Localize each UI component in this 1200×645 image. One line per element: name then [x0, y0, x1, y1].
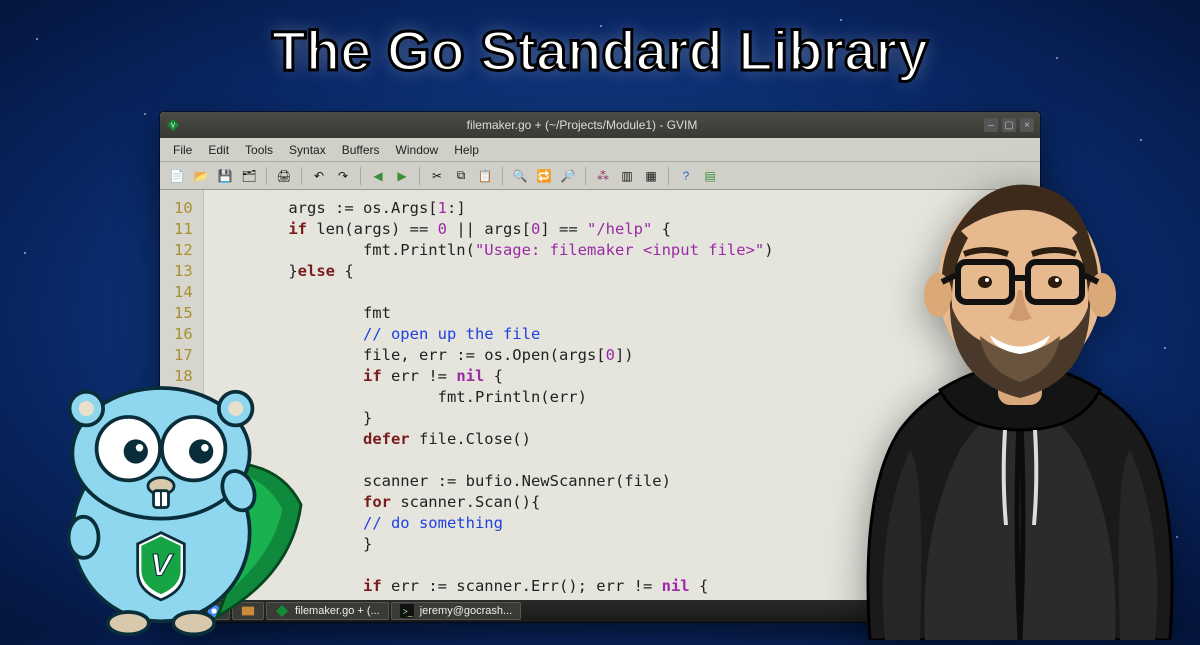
toolbar-separator: [266, 167, 267, 185]
open-icon[interactable]: 📂: [190, 165, 212, 187]
menu-buffers[interactable]: Buffers: [335, 140, 387, 160]
cut-icon[interactable]: ✂: [426, 165, 448, 187]
vim-icon: V: [166, 118, 180, 132]
menu-window[interactable]: Window: [389, 140, 446, 160]
find-icon[interactable]: 🔍: [509, 165, 531, 187]
instructor-avatar: [830, 130, 1200, 640]
forward-icon[interactable]: ▶: [391, 165, 413, 187]
settings-icon[interactable]: ⁂: [592, 165, 614, 187]
toolbar-separator: [668, 167, 669, 185]
help-icon[interactable]: ?: [675, 165, 697, 187]
session-icon[interactable]: ▥: [616, 165, 638, 187]
toolbar-separator: [360, 167, 361, 185]
line-number: 11: [174, 219, 193, 240]
line-number: 13: [174, 261, 193, 282]
findnext-icon[interactable]: 🔎: [557, 165, 579, 187]
vim-shield-letter: V: [150, 547, 174, 583]
save-icon[interactable]: 💾: [214, 165, 236, 187]
terminal-task[interactable]: >_ jeremy@gocrash...: [391, 602, 521, 620]
code-line[interactable]: }else {: [214, 261, 774, 282]
run-icon[interactable]: ▦: [640, 165, 662, 187]
terminal-icon: >_: [400, 604, 414, 618]
code-line[interactable]: fmt: [214, 303, 774, 324]
new-icon[interactable]: 📄: [166, 165, 188, 187]
code-line[interactable]: args := os.Args[1:]: [214, 198, 774, 219]
toolbar-separator: [502, 167, 503, 185]
back-icon[interactable]: ◀: [367, 165, 389, 187]
code-line[interactable]: fmt.Println("Usage: filemaker <input fil…: [214, 240, 774, 261]
window-title: filemaker.go + (~/Projects/Module1) - GV…: [467, 118, 698, 132]
menu-edit[interactable]: Edit: [201, 140, 236, 160]
menu-tools[interactable]: Tools: [238, 140, 280, 160]
gopher-mascot: V: [35, 360, 315, 640]
menu-help[interactable]: Help: [447, 140, 486, 160]
code-line[interactable]: // open up the file: [214, 324, 774, 345]
line-number: 12: [174, 240, 193, 261]
redo-icon[interactable]: ↷: [332, 165, 354, 187]
undo-icon[interactable]: ↶: [308, 165, 330, 187]
menu-syntax[interactable]: Syntax: [282, 140, 333, 160]
tag-icon[interactable]: ▤: [699, 165, 721, 187]
line-number: 15: [174, 303, 193, 324]
replace-icon[interactable]: 🔁: [533, 165, 555, 187]
code-line[interactable]: if len(args) == 0 || args[0] == "/help" …: [214, 219, 774, 240]
menu-file[interactable]: File: [166, 140, 199, 160]
code-line[interactable]: [214, 282, 774, 303]
task-label: jeremy@gocrash...: [420, 605, 512, 617]
toolbar-separator: [419, 167, 420, 185]
saveall-icon[interactable]: 🗂: [238, 165, 260, 187]
line-number: 10: [174, 198, 193, 219]
print-icon[interactable]: 🖨: [273, 165, 295, 187]
svg-text:>_: >_: [402, 607, 412, 617]
page-title: The Go Standard Library: [272, 18, 929, 83]
toolbar-separator: [301, 167, 302, 185]
toolbar-separator: [585, 167, 586, 185]
line-number: 14: [174, 282, 193, 303]
copy-icon[interactable]: ⧉: [450, 165, 472, 187]
line-number: 16: [174, 324, 193, 345]
paste-icon[interactable]: 📋: [474, 165, 496, 187]
